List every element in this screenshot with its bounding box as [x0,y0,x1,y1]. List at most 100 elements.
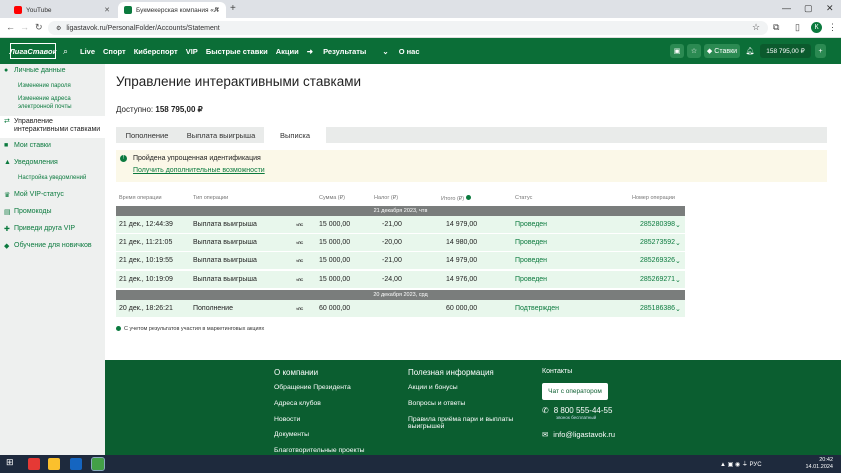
chevron-down-icon[interactable]: ⌄ [675,257,681,265]
deposit-plus-button[interactable]: + [815,44,826,58]
nav-promotions[interactable]: Акции [276,47,299,56]
sidebar-item-beginners[interactable]: ◆ Обучение для новичков [0,242,105,254]
tab-deposit[interactable]: Пополнение [116,127,178,143]
extensions-icon[interactable]: ⧉ [773,22,779,33]
row-number-link[interactable]: 285269271 [640,276,675,283]
address-bar[interactable]: ⚙ ligastavok.ru/PersonalFolder/Accounts/… [48,21,768,35]
table-row[interactable]: 21 дек., 10:19:09 Выплата выигрыша ≈ЛС 1… [116,271,685,288]
chevron-down-icon[interactable]: ⌄ [675,239,681,247]
sidebar-item-notifications[interactable]: ▲ Уведомления [0,159,105,171]
row-type: Выплата выигрыша [193,257,257,264]
reload-icon[interactable]: ↻ [35,22,43,33]
sidebar-item-change-email[interactable]: Изменение адреса электронной почты [0,96,105,114]
favorites-star-icon[interactable]: ☆ [687,44,701,58]
row-number-link[interactable]: 285273592 [640,239,675,246]
bets-button[interactable]: ◆ Ставки [704,44,740,58]
notice-link[interactable]: Получить дополнительные возможности [133,167,265,174]
minimize-icon[interactable]: — [782,3,791,13]
forward-icon[interactable]: → [20,22,29,32]
close-icon[interactable]: ✕ [104,6,110,14]
chrome-icon[interactable] [91,457,105,471]
row-status: Проведен [515,221,548,228]
account-sidebar: ● Личные данные Изменение пароля Изменени… [0,64,105,455]
row-type: Пополнение [193,305,233,312]
tab-payout[interactable]: Выплата выигрыша [178,127,264,143]
table-row[interactable]: 21 дек., 11:21:05 Выплата выигрыша ≈ЛС 1… [116,234,685,251]
nav-esports[interactable]: Киберспорт [134,47,178,56]
nav-fast-bets[interactable]: Быстрые ставки [206,47,268,56]
sidebar-item-my-bets[interactable]: ■ Мои ставки [0,142,105,154]
chevron-down-icon[interactable]: ⌄ [675,276,681,284]
footer-phone[interactable]: ✆ 8 800 555-44-55 звонок бесплатный [542,406,612,420]
browser-tab-youtube[interactable]: YouTube ✕ [8,2,116,18]
available-label: Доступно: [116,105,154,114]
maximize-icon[interactable]: ▢ [804,3,813,14]
system-clock[interactable]: 20:42 14.01.2024 [805,457,833,471]
footer-link-promotions[interactable]: Акции и бонусы [408,384,518,392]
tab-statement[interactable]: Выписка [264,127,326,143]
sidepanel-icon[interactable]: ▯ [795,22,800,33]
site-info-icon[interactable]: ⚙ [56,25,61,32]
sidebar-item-notification-settings[interactable]: Настройка уведомлений [0,175,105,184]
file-explorer-icon[interactable] [48,458,60,470]
sidebar-item-change-password[interactable]: Изменение пароля [0,83,105,92]
bookmark-star-icon[interactable]: ☆ [752,22,760,33]
account-card-icon[interactable]: ▣ [670,44,684,58]
chevron-down-icon[interactable]: ⌄ [675,305,681,313]
footer-link-news[interactable]: Новости [274,416,365,424]
sidebar-item-vip-status[interactable]: ♛ Мой VIP-статус [0,191,105,203]
table-row[interactable]: 21 дек., 12:44:39 Выплата выигрыша ≈ЛС 1… [116,216,685,233]
sidebar-item-promocodes[interactable]: ▤ Промокоды [0,208,105,220]
row-total: 14 979,00 [446,221,478,228]
cap-icon: ◆ [4,243,10,250]
table-row[interactable]: 20 дек., 18:26:21 Пополнение ≈ЛС 60 000,… [116,300,685,317]
info-icon[interactable] [465,195,471,200]
crown-icon: ♛ [4,192,11,199]
sidebar-item-personal-data[interactable]: ● Личные данные [0,67,105,79]
footer-link-rules[interactable]: Правила приёма пари и выплаты выигрышей [408,416,518,432]
row-sum: 15 000,00 [319,276,351,283]
profile-avatar[interactable]: К [811,22,822,33]
nav-about[interactable]: ⌄ О нас [382,47,427,56]
nav-live[interactable]: Live [80,47,95,56]
footer-link-faq[interactable]: Вопросы и ответы [408,400,518,408]
sidebar-item-refer-friend[interactable]: ✚ Приведи друга VIP [0,225,105,237]
nav-results[interactable]: ➜ Результаты [307,47,375,56]
site-logo[interactable]: ЛигаСтавок [10,43,56,59]
sidebar-item-label: Управление интерактивными ставками [14,118,101,134]
table-row[interactable]: 21 дек., 10:19:55 Выплата выигрыша ≈ЛС 1… [116,252,685,269]
new-tab-icon[interactable]: + [230,3,236,14]
footer-link-documents[interactable]: Документы [274,431,365,439]
chevron-down-icon[interactable]: ⌄ [675,221,681,229]
clock-date: 14.01.2024 [805,464,833,470]
search-icon[interactable]: ⌕ [63,46,68,57]
sidebar-item-label: Приведи друга VIP [14,225,76,232]
row-number-link[interactable]: 285269326 [640,257,675,264]
sidebar-item-interactive-bets[interactable]: ⇄ Управление интерактивными ставками [0,116,105,138]
notifications-bell-icon[interactable]: 🔔︎ [743,44,757,58]
row-number-link[interactable]: 285280398 [640,221,675,228]
ligastavok-mini-logo-icon: ≈ЛС [296,258,303,263]
windows-start-icon[interactable]: ⊞ [6,457,18,469]
footer-email[interactable]: ✉ info@ligastavok.ru [542,430,615,439]
yandex-app-icon[interactable] [28,458,40,470]
identification-notice: ! Пройдена упрощенная идентификация Полу… [116,150,827,182]
close-window-icon[interactable]: ✕ [826,3,834,14]
row-time: 20 дек., 18:26:21 [119,305,173,312]
close-icon[interactable]: ✕ [214,6,220,14]
menu-dots-icon[interactable]: ⋮ [828,22,837,33]
back-icon[interactable]: ← [6,22,15,32]
nav-vip[interactable]: VIP [186,47,198,56]
row-number-link[interactable]: 285186386 [640,305,675,312]
app-l-icon[interactable] [70,458,82,470]
footer-link-charity[interactable]: Благотворительные проекты [274,447,365,455]
input-language[interactable]: РУС [750,462,762,468]
nav-sport[interactable]: Спорт [103,47,126,56]
header-balance[interactable]: 158 795,00 ₽ [760,44,811,58]
browser-tab-ligastavok[interactable]: Букмекерская компания «Ли ✕ [118,2,226,18]
footer-link-addresses[interactable]: Адреса клубов [274,400,365,408]
footer-link-president[interactable]: Обращение Президента [274,384,365,392]
chat-operator-button[interactable]: Чат с оператором [542,383,608,400]
tray-icons[interactable]: ▲ ▣ ◉ ⏚ [720,462,750,468]
user-icon: ● [4,67,9,74]
